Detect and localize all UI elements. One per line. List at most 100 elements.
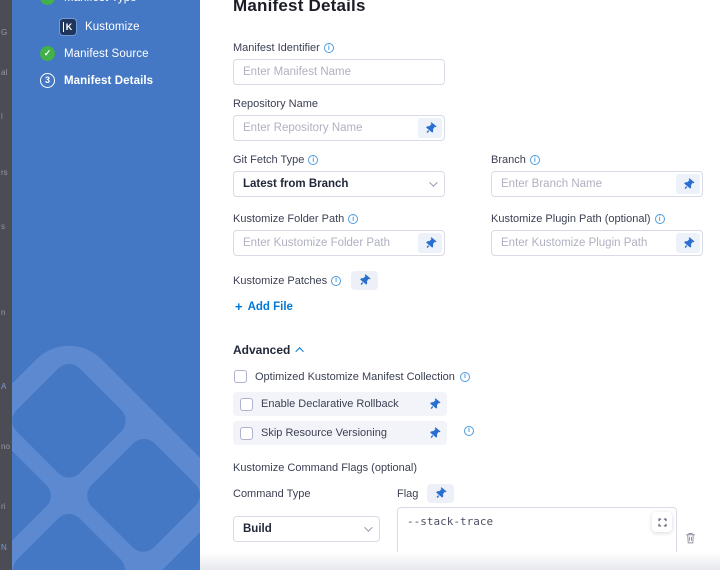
git-fetch-type-field: Git Fetch Type i Latest from Branch <box>233 150 445 197</box>
chevron-up-icon <box>296 347 304 355</box>
advanced-label: Advanced <box>233 343 290 357</box>
backdrop-text-fragment: no <box>1 442 10 451</box>
wizard-steps-sidebar: ✓ Manifest Type K Kustomize ✓ Manifest S… <box>12 0 200 570</box>
flag-input[interactable]: --stack-trace <box>397 507 677 567</box>
branch-label: Branch i <box>491 154 540 166</box>
label-text: Optimized Kustomize Manifest Collection <box>255 371 455 383</box>
delete-flag-button[interactable] <box>684 531 697 548</box>
label-text: Branch <box>491 154 526 166</box>
optimized-collection-label: Optimized Kustomize Manifest Collection … <box>255 371 470 383</box>
skip-resource-versioning-label: Skip Resource Versioning <box>261 427 421 439</box>
flag-label: Flag <box>397 488 418 500</box>
kustomize-manifest-drawer: G al l rs s n A no ri N ✓ Manifest Type … <box>0 0 720 570</box>
selected-value: Build <box>243 523 272 535</box>
branch-field: Branch i <box>491 150 703 197</box>
backdrop-text-fragment: al <box>1 68 7 77</box>
step-number-icon: 3 <box>40 73 55 88</box>
info-icon[interactable]: i <box>464 426 474 436</box>
sidebar-item-manifest-source[interactable]: ✓ Manifest Source <box>40 46 149 61</box>
runtime-input-pin-button[interactable] <box>676 174 700 194</box>
label-text: Kustomize Patches <box>233 275 327 287</box>
info-icon[interactable]: i <box>348 214 358 224</box>
info-icon[interactable]: i <box>530 155 540 165</box>
plus-icon: + <box>235 300 243 313</box>
manifest-details-form: Manifest Details Manifest Identifier i R… <box>200 0 720 570</box>
kustomize-plugin-path-input[interactable] <box>491 230 703 256</box>
runtime-input-pin-button[interactable] <box>418 233 442 253</box>
info-icon[interactable]: i <box>655 214 665 224</box>
chevron-down-icon <box>429 178 437 186</box>
command-type-label: Command Type <box>233 488 310 500</box>
backdrop-text-fragment: rs <box>1 168 8 177</box>
label-text: Repository Name <box>233 98 318 110</box>
kustomize-folder-path-field: Kustomize Folder Path i <box>233 209 445 256</box>
sidebar-item-kustomize[interactable]: K Kustomize <box>60 19 140 35</box>
label-text: Git Fetch Type <box>233 154 304 166</box>
runtime-input-pin-button[interactable] <box>351 271 378 290</box>
command-flags-section-label: Kustomize Command Flags (optional) <box>233 462 720 474</box>
repository-name-input[interactable] <box>233 115 445 141</box>
optimized-collection-checkbox[interactable] <box>234 370 247 383</box>
runtime-input-pin-button[interactable] <box>427 484 454 503</box>
pin-icon <box>680 235 695 250</box>
sidebar-item-label: Kustomize <box>85 21 140 33</box>
pin-icon <box>680 176 695 191</box>
backdrop-text-fragment: A <box>1 382 6 391</box>
command-type-select[interactable]: Build <box>233 516 380 542</box>
label-text: Kustomize Plugin Path (optional) <box>491 213 651 225</box>
info-icon[interactable]: i <box>460 372 470 382</box>
backdrop-text-fragment: s <box>1 222 5 231</box>
dimmed-background-strip: G al l rs s n A no ri N <box>0 0 12 570</box>
sidebar-item-manifest-type[interactable]: ✓ Manifest Type <box>40 0 137 5</box>
kustomize-patches-header: Kustomize Patches i <box>233 271 720 290</box>
pin-icon <box>433 486 448 501</box>
manifest-identifier-input[interactable] <box>233 59 445 85</box>
step-complete-icon: ✓ <box>40 46 55 61</box>
brand-watermark-grid <box>12 358 200 570</box>
declarative-rollback-option: Enable Declarative Rollback <box>233 392 447 416</box>
sidebar-item-manifest-details[interactable]: 3 Manifest Details <box>40 73 153 88</box>
add-file-label: Add File <box>248 301 293 313</box>
repository-name-field: Repository Name <box>233 94 445 141</box>
pin-icon <box>357 273 372 288</box>
manifest-identifier-label: Manifest Identifier i <box>233 42 334 54</box>
label-text: Kustomize Folder Path <box>233 213 344 225</box>
info-icon[interactable]: i <box>331 276 341 286</box>
expand-editor-button[interactable] <box>652 512 672 532</box>
sidebar-item-label: Manifest Type <box>64 0 137 4</box>
info-icon[interactable]: i <box>308 155 318 165</box>
manifest-identifier-field: Manifest Identifier i <box>233 38 445 85</box>
declarative-rollback-checkbox[interactable] <box>240 398 253 411</box>
git-fetch-type-label: Git Fetch Type i <box>233 154 318 166</box>
backdrop-text-fragment: n <box>1 308 5 317</box>
label-text: Manifest Identifier <box>233 42 320 54</box>
flag-field: Flag --stack-trace <box>397 484 697 570</box>
step-complete-icon: ✓ <box>40 0 55 5</box>
sidebar-item-label: Manifest Details <box>64 75 153 87</box>
git-fetch-type-select[interactable]: Latest from Branch <box>233 171 445 197</box>
runtime-input-pin-button[interactable] <box>676 233 700 253</box>
optimized-collection-option: Optimized Kustomize Manifest Collection … <box>233 370 720 383</box>
kustomize-folder-path-label: Kustomize Folder Path i <box>233 213 358 225</box>
backdrop-text-fragment: ri <box>1 502 5 511</box>
skip-resource-versioning-checkbox[interactable] <box>240 427 253 440</box>
page-title: Manifest Details <box>233 0 720 16</box>
advanced-section-toggle[interactable]: Advanced <box>233 343 720 357</box>
backdrop-text-fragment: l <box>1 112 3 121</box>
brand-watermark-logo <box>12 327 200 570</box>
pin-icon[interactable] <box>427 425 442 440</box>
backdrop-text-fragment: N <box>1 543 7 552</box>
pin-icon[interactable] <box>427 396 442 411</box>
info-icon[interactable]: i <box>324 43 334 53</box>
kustomize-icon: K <box>60 19 76 35</box>
pin-icon <box>422 120 437 135</box>
pin-icon <box>422 235 437 250</box>
add-file-button[interactable]: + Add File <box>235 300 293 313</box>
kustomize-patches-label: Kustomize Patches i <box>233 275 341 287</box>
repository-name-label: Repository Name <box>233 98 318 110</box>
command-type-field: Command Type Build <box>233 484 380 570</box>
branch-input[interactable] <box>491 171 703 197</box>
runtime-input-pin-button[interactable] <box>418 118 442 138</box>
backdrop-text-fragment: G <box>1 28 7 37</box>
kustomize-folder-path-input[interactable] <box>233 230 445 256</box>
